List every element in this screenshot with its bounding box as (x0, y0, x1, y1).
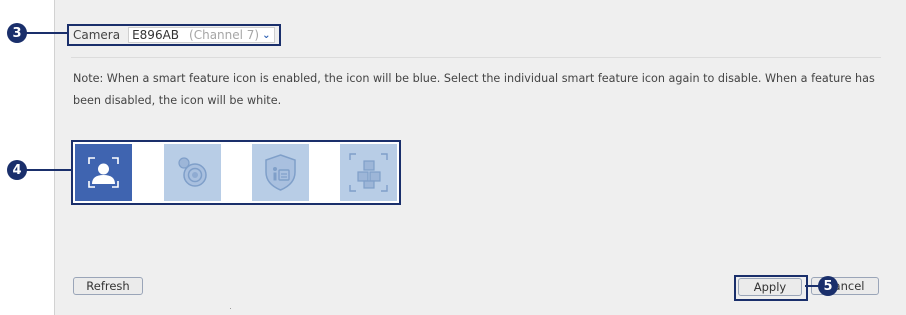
note-text: Note: When a smart feature icon is enabl… (73, 72, 875, 107)
divider (230, 308, 231, 309)
camera-lens-tile[interactable] (164, 144, 221, 201)
camera-name: E896AB (132, 28, 180, 42)
callout-5-leader (805, 285, 819, 287)
camera-dropdown[interactable]: E896AB (Channel 7) ⌄ (128, 27, 275, 43)
callout-3: 3 (7, 23, 27, 43)
camera-label: Camera (73, 28, 121, 42)
apply-highlight (734, 275, 808, 301)
refresh-button[interactable]: Refresh (73, 277, 143, 295)
callout-4-leader (26, 169, 72, 171)
chevron-down-icon: ⌄ (262, 29, 271, 41)
face-detection-tile[interactable] (75, 144, 132, 201)
shield-id-icon (265, 154, 296, 191)
object-detection-icon (349, 153, 388, 192)
object-detection-tile[interactable] (340, 144, 397, 201)
face-detection-icon (88, 157, 119, 188)
camera-selector-row: Camera E896AB (Channel 7) ⌄ (67, 24, 281, 46)
camera-lens-icon (178, 157, 207, 187)
callout-4: 4 (7, 160, 27, 180)
camera-channel: (Channel 7) (189, 28, 260, 42)
callout-5: 5 (818, 276, 838, 296)
smart-feature-icons (71, 140, 401, 205)
callout-3-leader (26, 32, 68, 34)
divider (71, 57, 881, 58)
settings-panel: Camera E896AB (Channel 7) ⌄ Note: When a… (54, 0, 906, 315)
shield-id-tile[interactable] (252, 144, 309, 201)
